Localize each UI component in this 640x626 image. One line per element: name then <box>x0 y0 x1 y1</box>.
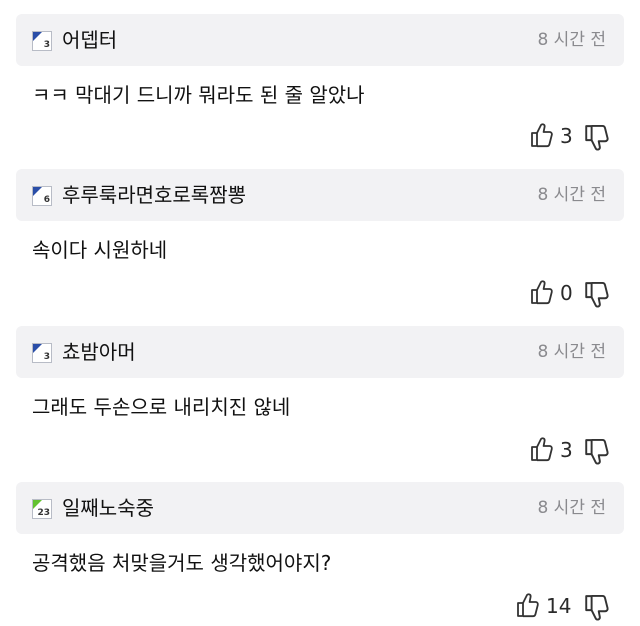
thumbs-down-icon[interactable] <box>584 124 610 152</box>
like-count: 0 <box>560 281 573 305</box>
like-count: 3 <box>560 124 573 148</box>
comment-text: 속이다 시원하네 <box>32 238 168 262</box>
comment-actions: 0 <box>530 279 610 309</box>
thumbs-up-icon <box>531 280 553 305</box>
comment-time: 8 시간 전 <box>537 185 606 205</box>
level-number: 23 <box>37 508 50 518</box>
level-number: 3 <box>43 40 50 50</box>
comment-header: 3 쵸밤아머 8 시간 전 <box>16 326 624 378</box>
thumbs-down-icon[interactable] <box>584 438 610 466</box>
comment-actions: 3 <box>530 122 610 152</box>
thumbs-up-icon <box>531 123 553 148</box>
comment-text: 그래도 두손으로 내리치진 않네 <box>32 395 291 419</box>
comment-author[interactable]: 쵸밤아머 <box>62 338 136 366</box>
comment-author[interactable]: 어뎁터 <box>62 26 117 54</box>
comment-time: 8 시간 전 <box>537 342 606 362</box>
comment-author[interactable]: 일째노숙중 <box>62 494 154 522</box>
level-badge-icon: 23 <box>32 499 52 519</box>
comment-header: 6 후루룩라면호로록짬뽕 8 시간 전 <box>16 169 624 221</box>
comment-header: 23 일째노숙중 8 시간 전 <box>16 482 624 534</box>
comment-time: 8 시간 전 <box>537 498 606 518</box>
comment-header: 3 어뎁터 8 시간 전 <box>16 14 624 66</box>
comment-actions: 14 <box>516 592 610 622</box>
like-count: 3 <box>560 438 573 462</box>
comment-text: 공격했음 처맞을거도 생각했어야지? <box>32 551 332 575</box>
thumbs-up-icon <box>531 437 553 462</box>
level-badge-icon: 3 <box>32 31 52 51</box>
like-button[interactable]: 14 <box>516 592 576 620</box>
thumbs-down-icon[interactable] <box>584 281 610 309</box>
thumbs-down-icon[interactable] <box>584 594 610 622</box>
comment-time: 8 시간 전 <box>537 30 606 50</box>
level-badge-icon: 6 <box>32 186 52 206</box>
comment-text: ㅋㅋ 막대기 드니까 뭐라도 된 줄 알았나 <box>32 83 365 107</box>
level-number: 6 <box>43 195 50 205</box>
comment-actions: 3 <box>530 436 610 466</box>
thumbs-up-icon <box>517 593 539 618</box>
like-button[interactable]: 0 <box>530 279 574 307</box>
level-number: 3 <box>43 352 50 362</box>
like-button[interactable]: 3 <box>530 436 574 464</box>
like-button[interactable]: 3 <box>530 122 574 150</box>
comment-author[interactable]: 후루룩라면호로록짬뽕 <box>62 181 246 209</box>
level-badge-icon: 3 <box>32 343 52 363</box>
like-count: 14 <box>546 594 572 618</box>
